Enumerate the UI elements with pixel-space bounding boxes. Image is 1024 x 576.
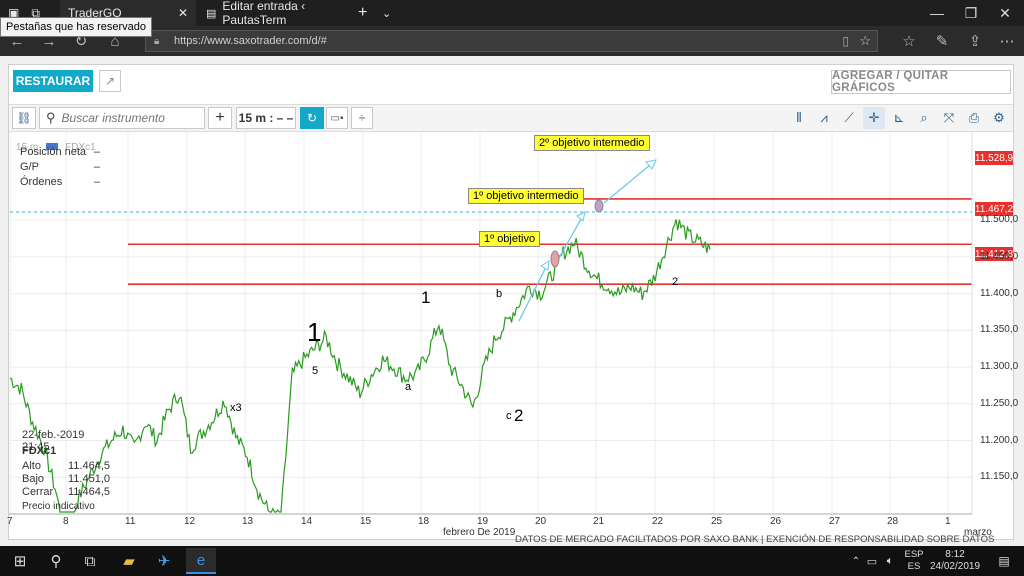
input-language[interactable]: ESP ES bbox=[903, 549, 925, 573]
y-tick-label: 11.450,0 bbox=[980, 250, 1019, 262]
wave-label: 1 bbox=[421, 288, 431, 307]
ohlc-panel: 22-feb.-2019 21:45 FDXc1 Alto 11.464,5 B… bbox=[22, 429, 110, 512]
position-panel: Posición neta – G/P – Órdenes – bbox=[20, 146, 100, 191]
projection-arrow bbox=[603, 159, 657, 204]
target-marker bbox=[550, 250, 560, 268]
search-icon[interactable]: ⚲ bbox=[41, 548, 71, 574]
target-marker bbox=[594, 199, 604, 213]
y-tick-label: 11.350,0 bbox=[980, 324, 1019, 336]
x-tick-label: 8 bbox=[63, 516, 69, 527]
y-tick-label: 11.400,0 bbox=[980, 287, 1019, 299]
tooltip: Pestañas que has reservado bbox=[0, 17, 153, 37]
target-label-1: 1º objetivo bbox=[479, 231, 541, 247]
price-tag: 11.528,9 bbox=[974, 151, 1014, 165]
position-value: – bbox=[93, 161, 100, 173]
wave-label: b bbox=[496, 288, 503, 300]
system-clock[interactable]: 8:12 24/02/2019 bbox=[925, 549, 985, 573]
wave-label: a bbox=[405, 381, 412, 393]
y-tick-label: 11.200,0 bbox=[980, 434, 1019, 446]
ohlc-label: Bajo bbox=[22, 473, 45, 485]
edge-browser-icon[interactable]: e bbox=[186, 548, 216, 574]
target-label-2: 2º objetivo intermedio bbox=[534, 135, 650, 151]
position-row: G/P – bbox=[20, 161, 100, 176]
y-tick-label: 11.150,0 bbox=[980, 471, 1019, 483]
x-tick-label: 20 bbox=[535, 516, 547, 527]
x-tick-label: 12 bbox=[184, 516, 196, 527]
network-icon[interactable]: ▭ bbox=[864, 548, 880, 574]
y-tick-label: 11.300,0 bbox=[980, 361, 1019, 373]
position-row: Posición neta – bbox=[20, 146, 100, 161]
x-tick-label: 22 bbox=[652, 516, 664, 527]
wave-label: 2 bbox=[672, 276, 679, 288]
ohlc-row: Cerrar 11.464,5 bbox=[22, 486, 110, 501]
projection-arrowhead bbox=[576, 211, 586, 222]
x-tick-label: 28 bbox=[887, 516, 899, 527]
ohlc-row: Alto 11.464,5 bbox=[22, 460, 110, 473]
x-tick-label: 27 bbox=[829, 516, 841, 527]
clock-time: 8:12 bbox=[945, 549, 965, 560]
x-tick-label: 13 bbox=[242, 516, 254, 527]
ohlc-value: 11.464,5 bbox=[67, 460, 110, 472]
x-tick-label: 19 bbox=[477, 516, 489, 527]
ohlc-instrument: FDXc1 bbox=[22, 445, 57, 457]
position-value: – bbox=[93, 176, 100, 188]
ohlc-label: Alto bbox=[22, 460, 41, 472]
windows-start-icon[interactable]: ⊞ bbox=[5, 548, 35, 574]
notifications-icon[interactable]: ▤ bbox=[992, 548, 1016, 574]
wave-label: 1 bbox=[307, 317, 322, 347]
x-tick-label: 11 bbox=[125, 516, 136, 527]
x-tick-label: 18 bbox=[418, 516, 430, 527]
tray-chevron-up-icon[interactable]: ⌃ bbox=[848, 548, 864, 574]
price-chart[interactable] bbox=[0, 0, 1024, 576]
position-row: Órdenes – bbox=[20, 176, 100, 191]
price-series bbox=[9, 219, 711, 513]
x-tick-label: 14 bbox=[301, 516, 313, 527]
position-label: Posición neta bbox=[20, 146, 87, 158]
y-tick-label: 11.500,0 bbox=[980, 214, 1019, 226]
data-disclaimer[interactable]: DATOS DE MERCADO FACILITADOS POR SAXO BA… bbox=[515, 534, 994, 545]
ohlc-label: Cerrar bbox=[22, 486, 54, 498]
position-value: – bbox=[93, 146, 100, 158]
x-tick-label: 15 bbox=[360, 516, 372, 527]
clock-date: 24/02/2019 bbox=[929, 561, 981, 572]
wave-label: 5 bbox=[312, 365, 319, 377]
x-tick-label: 7 bbox=[7, 516, 13, 527]
position-label: G/P bbox=[20, 161, 39, 173]
x-tick-label: 25 bbox=[711, 516, 723, 527]
ohlc-value: 11.451,0 bbox=[67, 473, 110, 485]
y-tick-label: 11.250,0 bbox=[980, 397, 1019, 409]
x-tick-label: 21 bbox=[593, 516, 605, 527]
wave-label: x3 bbox=[230, 402, 242, 414]
projection-arrowhead bbox=[540, 260, 550, 271]
ohlc-value: 11.464,5 bbox=[67, 486, 110, 498]
file-explorer-icon[interactable]: ▰ bbox=[114, 548, 144, 574]
lang-top: ESP bbox=[904, 549, 924, 560]
price-line bbox=[9, 219, 711, 513]
ohlc-datetime: 22-feb.-2019 21:45 bbox=[22, 429, 85, 453]
ohlc-row: Bajo 11.451,0 bbox=[22, 473, 110, 486]
target-label-1-intermediate: 1º objetivo intermedio bbox=[468, 188, 584, 204]
task-view-icon[interactable]: ⧉ bbox=[75, 548, 105, 574]
ohlc-footer: Precio indicativo bbox=[22, 501, 95, 512]
telegram-icon[interactable]: ✈ bbox=[149, 548, 179, 574]
wave-label: 2 bbox=[514, 406, 524, 425]
x-tick-label: 1 bbox=[945, 516, 951, 527]
wave-label: c bbox=[506, 410, 512, 422]
position-label: Órdenes bbox=[20, 176, 63, 188]
x-tick-label: 26 bbox=[770, 516, 782, 527]
lang-bottom: ES bbox=[907, 561, 921, 572]
volume-icon[interactable]: 🔈︎ bbox=[882, 548, 898, 574]
x-axis-label: febrero De 2019 bbox=[443, 527, 516, 538]
